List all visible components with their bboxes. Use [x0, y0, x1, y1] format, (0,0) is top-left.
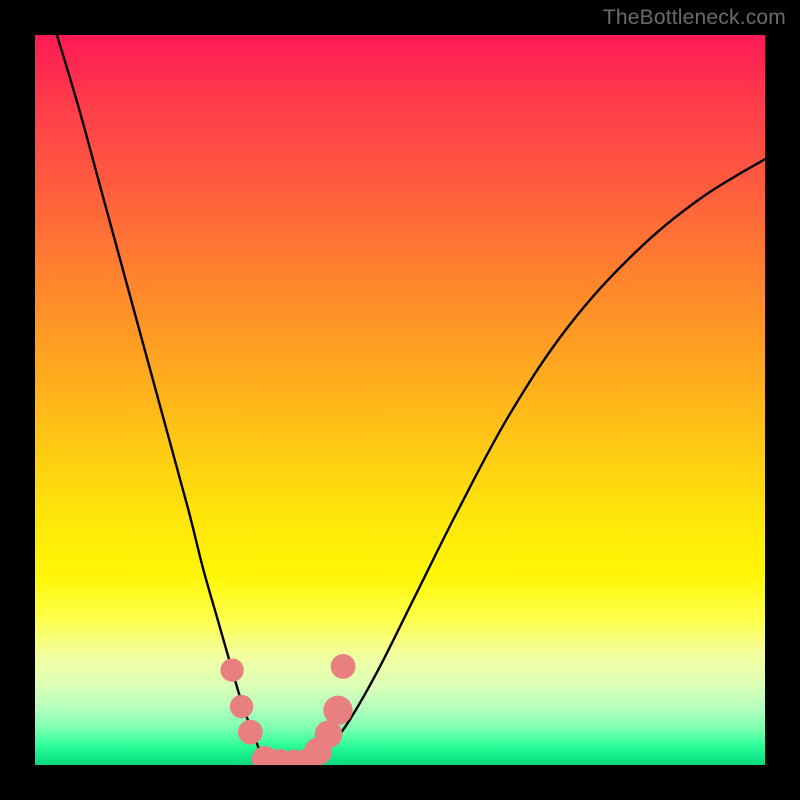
marker-dot: [331, 654, 356, 679]
watermark-text: TheBottleneck.com: [603, 6, 786, 30]
marker-dot: [323, 696, 352, 725]
series-group: [57, 35, 765, 765]
plot-area: [35, 35, 765, 765]
marker-dot: [230, 695, 253, 718]
marker-dot: [220, 658, 243, 681]
marker-group: [220, 654, 355, 765]
curve-right-branch: [312, 159, 765, 765]
outer-frame: TheBottleneck.com: [0, 0, 800, 800]
chart-svg: [35, 35, 765, 765]
curve-left-branch: [57, 35, 269, 765]
marker-dot: [238, 720, 263, 745]
